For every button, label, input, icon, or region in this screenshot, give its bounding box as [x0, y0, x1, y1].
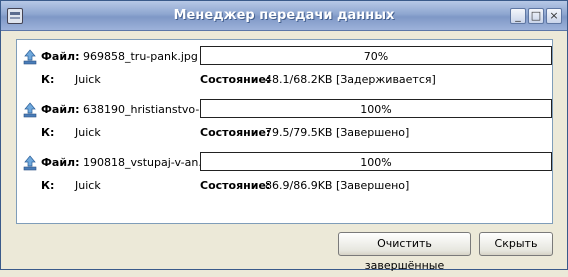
- file-label: Файл: 969858_tru-pank.jpg: [41, 50, 216, 63]
- file-label: Файл: 638190_hristianstvo-i-...: [41, 103, 216, 116]
- state-key: Состояние:: [200, 179, 271, 192]
- maximize-button[interactable]: □: [528, 8, 544, 24]
- file-key: Файл:: [41, 156, 80, 169]
- progress-bar: 100%: [200, 152, 552, 171]
- clear-completed-button[interactable]: Очистить завершённые: [338, 232, 471, 272]
- from-value: Juick: [75, 179, 101, 192]
- hide-button[interactable]: Скрыть: [479, 232, 553, 256]
- from-key: К:: [41, 179, 55, 192]
- state-key: Состояние:: [200, 126, 271, 139]
- transfer-list: Файл: 969858_tru-pank.jpg 70% К: Juick С…: [16, 39, 553, 224]
- file-name: 190818_vstupaj-v-an...: [83, 156, 209, 169]
- progress-percent: 100%: [360, 156, 392, 169]
- file-name: 638190_hristianstvo-i-...: [83, 103, 216, 116]
- progress-bar: 70%: [200, 46, 552, 65]
- file-label: Файл: 190818_vstupaj-v-an...: [41, 156, 216, 169]
- download-arrow-icon: [23, 49, 37, 65]
- progress-percent: 70%: [363, 50, 389, 63]
- state-value: 79.5/79.5KB [Завершено]: [265, 126, 410, 139]
- download-arrow-icon: [23, 102, 37, 118]
- file-name: 969858_tru-pank.jpg: [83, 50, 198, 63]
- from-key: К:: [41, 126, 55, 139]
- transfer-row: Файл: 638190_hristianstvo-i-... 100% К: …: [17, 97, 552, 145]
- file-key: Файл:: [41, 50, 80, 63]
- close-button[interactable]: ×: [546, 8, 562, 24]
- from-value: Juick: [75, 126, 101, 139]
- download-arrow-icon: [23, 155, 37, 171]
- state-value: 86.9/86.9KB [Завершено]: [265, 179, 410, 192]
- state-key: Состояние:: [200, 73, 271, 86]
- file-key: Файл:: [41, 103, 80, 116]
- progress-percent: 100%: [360, 103, 392, 116]
- progress-bar: 100%: [200, 99, 552, 118]
- state-value: 48.1/68.2KB [Задерживается]: [265, 73, 436, 86]
- from-key: К:: [41, 73, 55, 86]
- transfer-row: Файл: 969858_tru-pank.jpg 70% К: Juick С…: [17, 44, 552, 92]
- minimize-button[interactable]: _: [510, 8, 526, 24]
- title-bar[interactable]: Менеджер передачи данных _ □ ×: [1, 1, 567, 31]
- from-value: Juick: [75, 73, 101, 86]
- transfer-manager-window: Менеджер передачи данных _ □ × Файл: 969…: [0, 0, 568, 272]
- transfer-row: Файл: 190818_vstupaj-v-an... 100% К: Jui…: [17, 150, 552, 198]
- window-title: Менеджер передачи данных: [173, 8, 395, 23]
